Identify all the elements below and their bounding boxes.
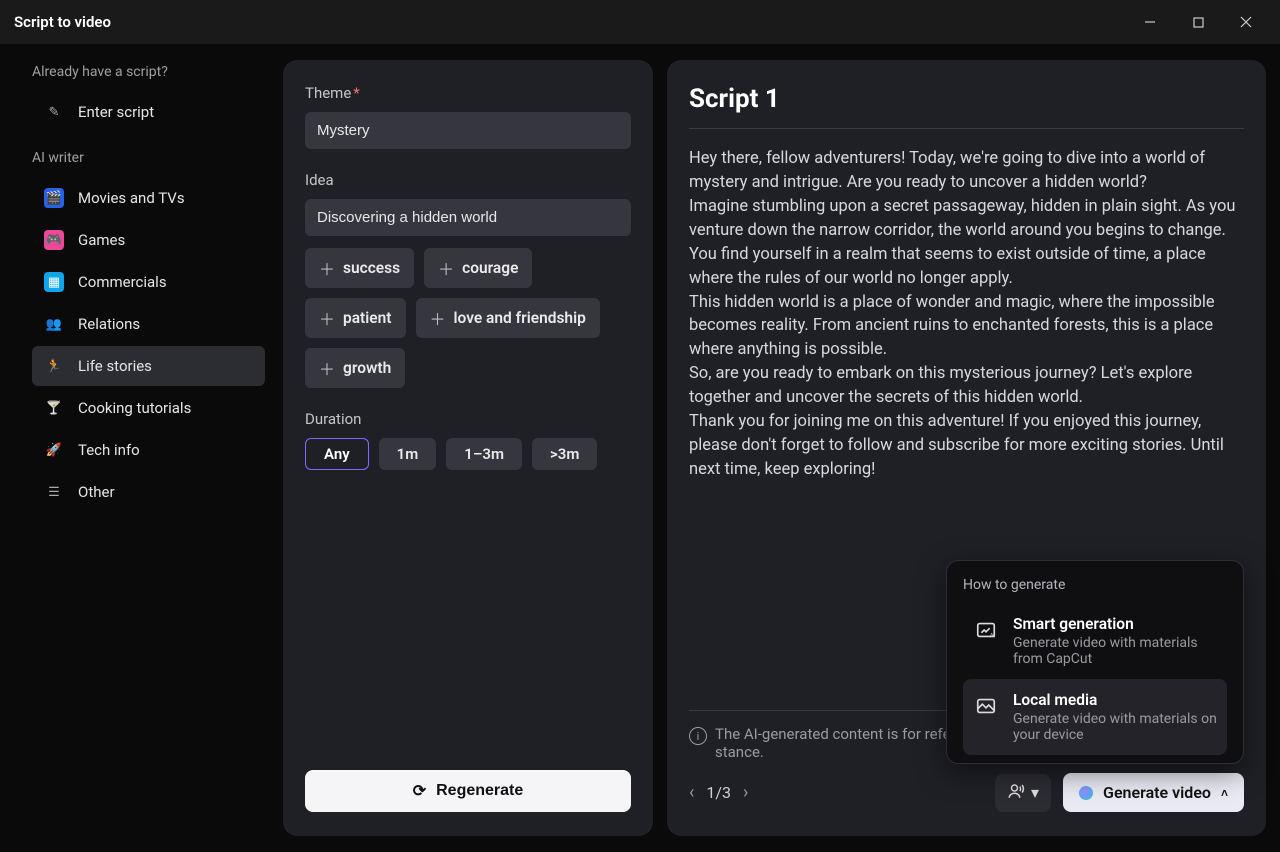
sidebar-item-tech[interactable]: 🚀 Tech info bbox=[32, 430, 265, 470]
chart-icon: ▦ bbox=[44, 272, 64, 292]
rocket-icon: 🚀 bbox=[44, 440, 64, 460]
script-pager: ‹ 1/3 › bbox=[689, 782, 748, 803]
generate-video-button[interactable]: Generate video ˄ bbox=[1063, 773, 1244, 812]
sidebar-item-label: Enter script bbox=[78, 103, 154, 121]
cocktail-icon: 🍸 bbox=[44, 398, 64, 418]
popover-title: How to generate bbox=[963, 577, 1227, 593]
generate-popover: How to generate AI Smart generation Gene… bbox=[946, 560, 1244, 764]
sidebar-item-label: Tech info bbox=[78, 441, 140, 459]
refresh-icon: ⟳ bbox=[413, 781, 426, 801]
duration-gt3m[interactable]: >3m bbox=[532, 438, 597, 470]
local-media-icon bbox=[973, 693, 999, 719]
sidebar-item-movies[interactable]: 🎬 Movies and TVs bbox=[32, 178, 265, 218]
duration-1m[interactable]: 1m bbox=[379, 438, 437, 470]
duration-any[interactable]: Any bbox=[305, 438, 369, 470]
pencil-icon: ✎ bbox=[44, 102, 64, 122]
popover-option-desc: Generate video with materials on your de… bbox=[1013, 711, 1217, 743]
duration-1-3m[interactable]: 1–3m bbox=[446, 438, 522, 470]
sidebar-item-label: Cooking tutorials bbox=[78, 399, 191, 417]
chip-patient[interactable]: ＋patient bbox=[305, 298, 406, 338]
pager-prev[interactable]: ‹ bbox=[689, 782, 694, 803]
script-title: Script 1 bbox=[689, 84, 1244, 114]
maximize-button[interactable] bbox=[1178, 7, 1218, 37]
popover-option-title: Local media bbox=[1013, 691, 1217, 709]
plus-icon: ＋ bbox=[430, 306, 446, 330]
sidebar-heading-ai: AI writer bbox=[32, 150, 265, 166]
voice-select-button[interactable]: ▾ bbox=[995, 774, 1051, 812]
sidebar-item-label: Relations bbox=[78, 315, 140, 333]
sidebar-item-life-stories[interactable]: 🏃 Life stories bbox=[32, 346, 265, 386]
minimize-button[interactable] bbox=[1130, 7, 1170, 37]
idea-input[interactable] bbox=[305, 199, 631, 236]
chip-courage[interactable]: ＋courage bbox=[424, 248, 532, 288]
sidebar-item-label: Movies and TVs bbox=[78, 189, 185, 207]
sidebar-item-other[interactable]: ☰ Other bbox=[32, 472, 265, 512]
popover-option-smart[interactable]: AI Smart generation Generate video with … bbox=[963, 603, 1227, 679]
running-icon: 🏃 bbox=[44, 356, 64, 376]
popover-option-local[interactable]: Local media Generate video with material… bbox=[963, 679, 1227, 755]
popover-option-title: Smart generation bbox=[1013, 615, 1217, 633]
duration-label: Duration bbox=[305, 410, 631, 428]
sparkle-icon bbox=[1079, 786, 1093, 800]
sidebar-item-relations[interactable]: 👥 Relations bbox=[32, 304, 265, 344]
close-button[interactable] bbox=[1226, 7, 1266, 37]
info-icon: i bbox=[689, 727, 707, 745]
idea-label: Idea bbox=[305, 171, 631, 189]
clapperboard-icon: 🎬 bbox=[44, 188, 64, 208]
sidebar-heading-script: Already have a script? bbox=[32, 64, 265, 80]
theme-input[interactable] bbox=[305, 112, 631, 149]
sidebar-item-label: Life stories bbox=[78, 357, 152, 375]
sidebar-item-label: Other bbox=[78, 483, 115, 501]
window-controls bbox=[1130, 7, 1266, 37]
idea-chips: ＋success ＋courage ＋patient ＋love and fri… bbox=[305, 248, 631, 388]
sidebar-item-label: Commercials bbox=[78, 273, 167, 291]
lines-icon: ☰ bbox=[44, 482, 64, 502]
sidebar-item-enter-script[interactable]: ✎ Enter script bbox=[32, 92, 265, 132]
chevron-up-icon: ˄ bbox=[1221, 786, 1228, 800]
plus-icon: ＋ bbox=[438, 256, 454, 280]
titlebar: Script to video bbox=[0, 0, 1280, 44]
chevron-down-icon: ▾ bbox=[1031, 783, 1039, 802]
window-title: Script to video bbox=[14, 13, 111, 31]
pager-display: 1/3 bbox=[706, 783, 731, 802]
plus-icon: ＋ bbox=[319, 356, 335, 380]
chip-success[interactable]: ＋success bbox=[305, 248, 414, 288]
svg-text:AI: AI bbox=[990, 631, 996, 639]
plus-icon: ＋ bbox=[319, 256, 335, 280]
sidebar-item-commercials[interactable]: ▦ Commercials bbox=[32, 262, 265, 302]
divider bbox=[689, 128, 1244, 129]
plus-icon: ＋ bbox=[319, 306, 335, 330]
script-panel: Script 1 Hey there, fellow adventurers! … bbox=[667, 60, 1266, 836]
sidebar-item-label: Games bbox=[78, 231, 125, 249]
smart-generation-icon: AI bbox=[973, 617, 999, 643]
pager-next[interactable]: › bbox=[743, 782, 748, 803]
people-icon: 👥 bbox=[44, 314, 64, 334]
regenerate-button[interactable]: ⟳ Regenerate bbox=[305, 770, 631, 812]
gamepad-icon: 🎮 bbox=[44, 230, 64, 250]
sidebar-item-cooking[interactable]: 🍸 Cooking tutorials bbox=[32, 388, 265, 428]
sidebar: Already have a script? ✎ Enter script AI… bbox=[14, 60, 269, 836]
person-voice-icon bbox=[1007, 782, 1025, 804]
chip-love[interactable]: ＋love and friendship bbox=[416, 298, 600, 338]
sidebar-item-games[interactable]: 🎮 Games bbox=[32, 220, 265, 260]
form-panel: Theme* Idea ＋success ＋courage ＋patient ＋… bbox=[283, 60, 653, 836]
popover-option-desc: Generate video with materials from CapCu… bbox=[1013, 635, 1217, 667]
chip-growth[interactable]: ＋growth bbox=[305, 348, 405, 388]
theme-label: Theme* bbox=[305, 84, 631, 102]
